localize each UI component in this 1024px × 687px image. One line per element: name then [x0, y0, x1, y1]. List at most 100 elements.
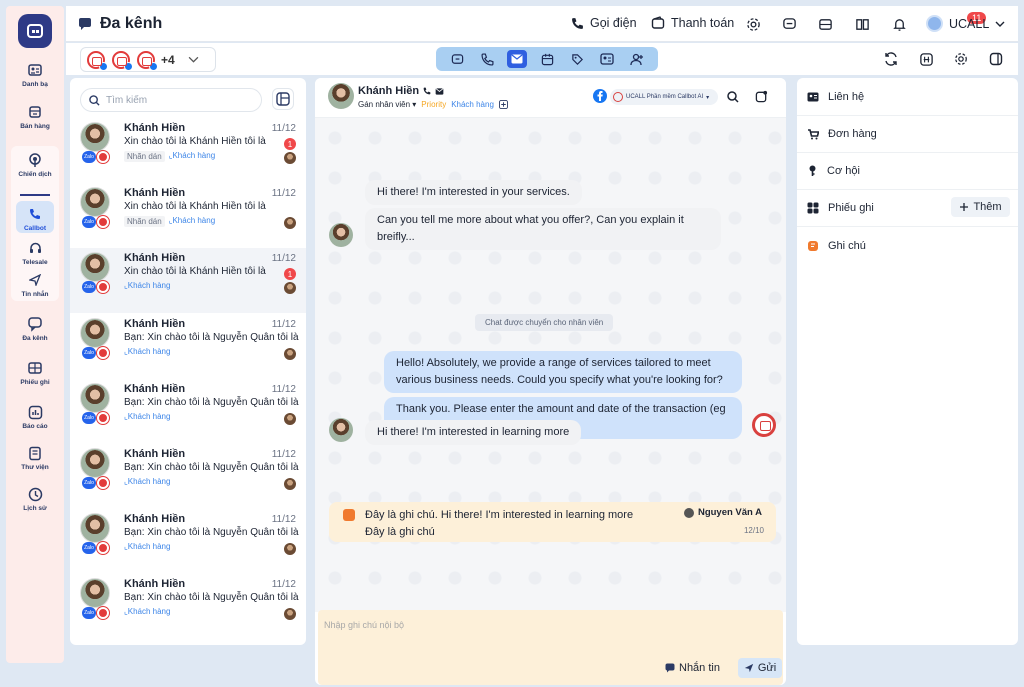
conversation-item[interactable]: Zalo Khánh Hiền 11/12 Bạn: Xin chào tôi là …	[70, 314, 306, 379]
rail-item-contacts[interactable]: Danh bạ	[6, 62, 64, 88]
account-avatar[interactable]	[87, 50, 108, 71]
search-icon[interactable]	[727, 91, 739, 103]
phone-icon[interactable]	[423, 87, 431, 95]
gear-icon[interactable]	[953, 51, 969, 67]
page-selector[interactable]: UCALL Phần mềm Callbot AI ▾	[610, 89, 718, 105]
rail-item-history[interactable]: Lịch sử	[6, 486, 64, 512]
conversation-item[interactable]: Zalo Khánh Hiền 11/12 Bạn: Xin chào tôi là …	[70, 509, 306, 574]
system-message: Chat được chuyển cho nhân viên	[475, 314, 614, 331]
id-card-icon[interactable]	[597, 50, 617, 68]
conversation-date: 11/12	[271, 579, 296, 591]
panel-orders-label: Đơn hàng	[828, 127, 877, 140]
panel-orders[interactable]: Đơn hàng	[797, 115, 1018, 153]
send-icon	[27, 272, 43, 288]
rail-item-telesale[interactable]: Telesale	[6, 240, 64, 266]
conversation-item[interactable]: Zalo Khánh Hiền 11/12 Xin chào tôi là Khánh…	[70, 118, 306, 183]
settings-icon[interactable]	[744, 15, 762, 33]
customer-tag[interactable]: Khách hàng	[451, 100, 494, 109]
ucall-icon	[97, 477, 109, 489]
conversation-item[interactable]: Zalo Khánh Hiền 11/12 Bạn: Xin chào tôi là …	[70, 574, 306, 639]
call-button[interactable]: Gọi điện	[571, 16, 637, 30]
assignee-avatar	[284, 478, 296, 490]
customer-tag-text: Khách hàng	[127, 542, 171, 552]
layout-toggle-button[interactable]	[272, 88, 294, 110]
channel-badges: Zalo	[82, 281, 109, 294]
refresh-icon[interactable]	[883, 51, 899, 67]
chevron-down-icon	[188, 54, 199, 65]
rail-item-sales[interactable]: Bán hàng	[6, 104, 64, 130]
search-input[interactable]: Tìm kiếm	[80, 88, 262, 112]
chat-bubbles-icon	[78, 17, 94, 31]
conversation-item[interactable]: Zalo Khánh Hiền 11/12 Xin chào tôi là Khánh…	[70, 183, 306, 248]
avatar	[80, 578, 110, 609]
message-incoming: Can you tell me more about what you offe…	[365, 208, 721, 250]
rail-item-omni[interactable]: Đa kênh	[6, 316, 64, 342]
send-button[interactable]: Gửi	[738, 658, 782, 678]
tag-icon[interactable]	[567, 50, 587, 68]
panel-toggle-icon[interactable]	[988, 51, 1004, 67]
message-button[interactable]: Nhắn tin	[665, 662, 720, 674]
note-line: Đây là ghi chú	[365, 526, 435, 538]
facebook-icon	[593, 89, 607, 103]
email-icon[interactable]	[507, 50, 527, 68]
add-tag-icon[interactable]	[498, 100, 508, 109]
zalo-icon: Zalo	[82, 477, 96, 489]
calendar-icon[interactable]	[537, 50, 557, 68]
conversation-name: Khánh Hiền	[124, 382, 186, 395]
conversation-item[interactable]: Zalo Khánh Hiền 11/12 Bạn: Xin chào tôi là …	[70, 444, 306, 509]
message-icon[interactable]	[780, 15, 798, 33]
chat-icon[interactable]	[447, 50, 467, 68]
account-avatar[interactable]	[112, 50, 133, 71]
chat-panel: Khánh Hiền Gán nhân viên ▾ Priority Khác…	[315, 78, 786, 685]
assign-dropdown[interactable]: Gán nhân viên ▾	[358, 100, 416, 109]
avatar	[80, 122, 110, 152]
panel-notes[interactable]: Ghi chú	[797, 227, 1018, 265]
panel-tickets[interactable]: Phiếu ghi Thêm	[797, 189, 1018, 227]
rail-item-reports[interactable]: Báo cáo	[6, 404, 64, 430]
channel-badges: Zalo	[82, 216, 109, 229]
conversation-preview: Bạn: Xin chào tôi là Nguyễn Quân tôi là	[124, 331, 299, 343]
channel-badges: Zalo	[82, 151, 109, 163]
book-icon[interactable]	[853, 15, 871, 33]
rail-item-tickets[interactable]: Phiếu ghi	[6, 360, 64, 386]
note-author-name: Nguyen Văn A	[697, 507, 762, 518]
conversation-preview: Bạn: Xin chào tôi là Nguyễn Quân tôi là	[124, 527, 299, 539]
compose-icon[interactable]	[755, 90, 768, 103]
conversation-preview: Bạn: Xin chào tôi là Nguyễn Quân tôi là	[124, 592, 299, 604]
chat-meta: Gán nhân viên ▾ Priority Khách hàng	[358, 100, 508, 109]
add-ticket-button[interactable]: Thêm	[951, 197, 1010, 217]
cart-icon	[807, 128, 819, 140]
contact-name: Khánh Hiền	[358, 85, 420, 97]
report-icon	[27, 404, 43, 420]
conversation-name: Khánh Hiền	[124, 252, 186, 265]
zalo-icon: Zalo	[82, 281, 96, 294]
payment-label: Thanh toán	[671, 16, 735, 30]
rail-item-callbot[interactable]: Callbot	[6, 206, 64, 232]
ai-icon[interactable]	[918, 51, 934, 67]
conversation-tags: Nhãn dán ⌞Khách hàng	[124, 151, 215, 162]
conversation-item[interactable]: Zalo Khánh Hiền 11/12 Xin chào tôi là Khánh…	[70, 248, 306, 314]
bell-icon[interactable]	[890, 15, 908, 33]
conversation-item[interactable]: Zalo Khánh Hiền 11/12 Bạn: Xin chào tôi là …	[70, 379, 306, 444]
phone-icon[interactable]	[477, 50, 497, 68]
payment-button[interactable]: Thanh toán	[651, 16, 734, 30]
customer-tag: ⌞Khách hàng	[124, 607, 171, 617]
conversation-tags: Nhãn dán ⌞Khách hàng	[124, 216, 215, 228]
ucall-logo[interactable]	[18, 14, 52, 48]
ticket-icon[interactable]	[816, 15, 834, 33]
panel-opportunities[interactable]: Cơ hội	[797, 152, 1018, 190]
note-input[interactable]: Nhập ghi chú nội bộ Nhắn tin Gửi	[318, 610, 783, 685]
account-selector[interactable]: +4	[80, 47, 216, 72]
email-icon[interactable]	[435, 87, 444, 95]
account-avatar[interactable]	[137, 50, 158, 71]
panel-contact[interactable]: Liên hệ	[797, 78, 1018, 116]
rail-item-campaign[interactable]: Chiến dịch	[6, 152, 64, 178]
channel-badges: Zalo	[82, 607, 109, 620]
priority-tag[interactable]: Priority	[421, 100, 446, 109]
rail-item-messages[interactable]: Tin nhắn	[6, 272, 64, 298]
rail-item-library[interactable]: Thư viện	[6, 445, 64, 471]
conversation-name: Khánh Hiền	[124, 317, 186, 330]
user-menu[interactable]: UCALL	[926, 15, 1005, 32]
send-icon	[744, 663, 754, 673]
user-add-icon[interactable]	[627, 50, 647, 68]
